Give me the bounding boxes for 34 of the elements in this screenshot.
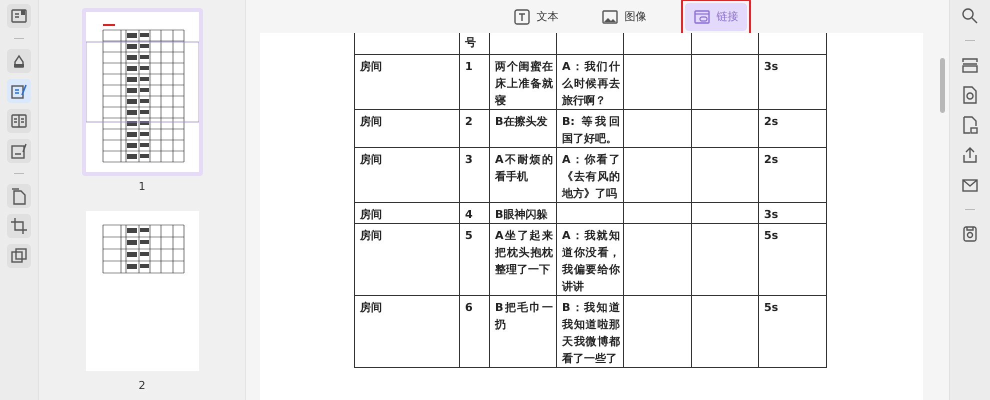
edit-tab[interactable]: 图像	[592, 2, 654, 30]
table-cell: 3s	[758, 202, 826, 224]
table-cell: B眼神闪躲	[490, 202, 556, 224]
table-cell: B把毛巾一扔	[490, 296, 556, 368]
table-cell: 房间	[354, 224, 460, 296]
table-cell: 6	[460, 296, 490, 368]
table-cell: B在擦头发	[490, 110, 556, 148]
table-cell: 房间	[354, 148, 460, 202]
table-cell: 号	[460, 33, 490, 54]
page-number: 2	[138, 379, 146, 392]
table-cell: 两个闺蜜在床上准备就寝	[490, 54, 556, 110]
table-cell: A：你看了《去有风的地方》了吗	[556, 148, 624, 202]
table-cell: A不耐烦的看手机	[490, 148, 556, 202]
table-cell: B：我知道我知道啦那天我微博都看了一些了	[556, 296, 624, 368]
edit-tab[interactable]: 文本	[504, 2, 566, 30]
table-cell: A坐了起来把枕头抱枕整理了一下	[490, 224, 556, 296]
table-cell: 3	[460, 148, 490, 202]
table-cell: A：我就知道你没看，我偏要给你讲讲	[556, 224, 624, 296]
table-cell: 房间	[354, 202, 460, 224]
table-cell: 1	[460, 54, 490, 110]
table-cell: 房间	[354, 296, 460, 368]
table-cell: 5	[460, 224, 490, 296]
page-number: 1	[138, 180, 146, 193]
table-cell: 4	[460, 202, 490, 224]
table-cell: 房间	[354, 110, 460, 148]
table-cell: 2s	[758, 148, 826, 202]
table-cell: 5s	[758, 296, 826, 368]
table-cell: 2	[460, 110, 490, 148]
table-cell: A：我们什么时候再去旅行啊？	[556, 54, 624, 110]
table-cell: 2s	[758, 110, 826, 148]
table-cell: B: 等我回国了好吧。	[556, 110, 624, 148]
table-cell: 3s	[758, 54, 826, 110]
table-cell: 5s	[758, 224, 826, 296]
table-cell: 房间	[354, 54, 460, 110]
